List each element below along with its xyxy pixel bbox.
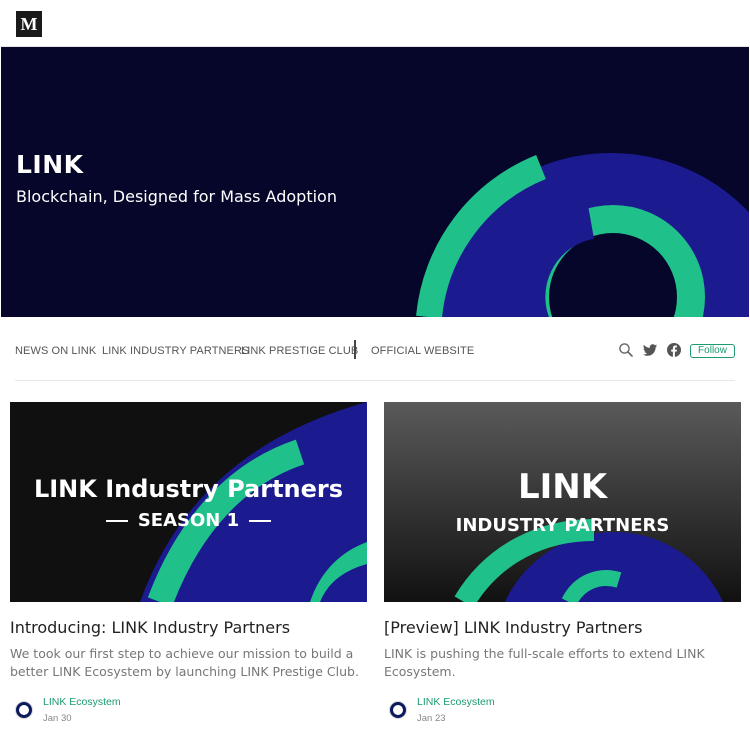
post-title[interactable]: Introducing: LINK Industry Partners: [10, 618, 290, 637]
post-date: Jan 23: [417, 713, 446, 724]
nav-item-link-prestige-club[interactable]: LINK PRESTIGE CLUB: [241, 345, 358, 357]
top-bar: M: [0, 0, 750, 47]
follow-button[interactable]: Follow: [690, 344, 735, 358]
twitter-icon[interactable]: [642, 342, 658, 358]
publication-banner: LINK Blockchain, Designed for Mass Adopt…: [1, 47, 749, 317]
thumbnail-subtitle: INDUSTRY PARTNERS: [455, 515, 670, 536]
post-date: Jan 30: [43, 713, 72, 724]
post-card[interactable]: LINK Industry Partners SEASON 1 Introduc…: [10, 402, 367, 724]
nav-item-official-website[interactable]: OFFICIAL WEBSITE: [371, 345, 474, 357]
publication-title: LINK: [16, 150, 84, 179]
banner-graphic: [416, 153, 749, 317]
thumbnail-title: LINK Industry Partners: [33, 475, 344, 503]
nav-divider-line: [15, 380, 735, 381]
author-avatar[interactable]: [16, 702, 32, 718]
thumbnail-subtitle: SEASON 1: [10, 510, 367, 531]
medium-logo[interactable]: M: [16, 11, 42, 37]
publication-tagline: Blockchain, Designed for Mass Adoption: [16, 187, 337, 206]
thumbnail-title: LINK: [517, 467, 608, 507]
facebook-icon[interactable]: [666, 342, 682, 358]
thumbnail-subtitle-text: SEASON 1: [137, 510, 240, 531]
post-thumbnail[interactable]: LINK INDUSTRY PARTNERS: [384, 402, 741, 602]
search-icon[interactable]: [618, 342, 634, 358]
post-thumbnail[interactable]: LINK Industry Partners SEASON 1: [10, 402, 367, 602]
nav-item-news-on-link[interactable]: NEWS ON LINK: [15, 345, 96, 357]
author-name[interactable]: LINK Ecosystem: [43, 696, 121, 708]
nav-divider: [354, 340, 356, 359]
author-avatar[interactable]: [390, 702, 406, 718]
post-title[interactable]: [Preview] LINK Industry Partners: [384, 618, 642, 637]
post-excerpt[interactable]: We took our first step to achieve our mi…: [10, 645, 367, 681]
post-excerpt[interactable]: LINK is pushing the full-scale efforts t…: [384, 645, 741, 681]
author-name[interactable]: LINK Ecosystem: [417, 696, 495, 708]
nav-item-link-industry-partners[interactable]: LINK INDUSTRY PARTNERS: [102, 345, 249, 357]
publication-nav: NEWS ON LINK LINK INDUSTRY PARTNERS LINK…: [0, 317, 750, 381]
post-card[interactable]: LINK INDUSTRY PARTNERS [Preview] LINK In…: [384, 402, 741, 724]
